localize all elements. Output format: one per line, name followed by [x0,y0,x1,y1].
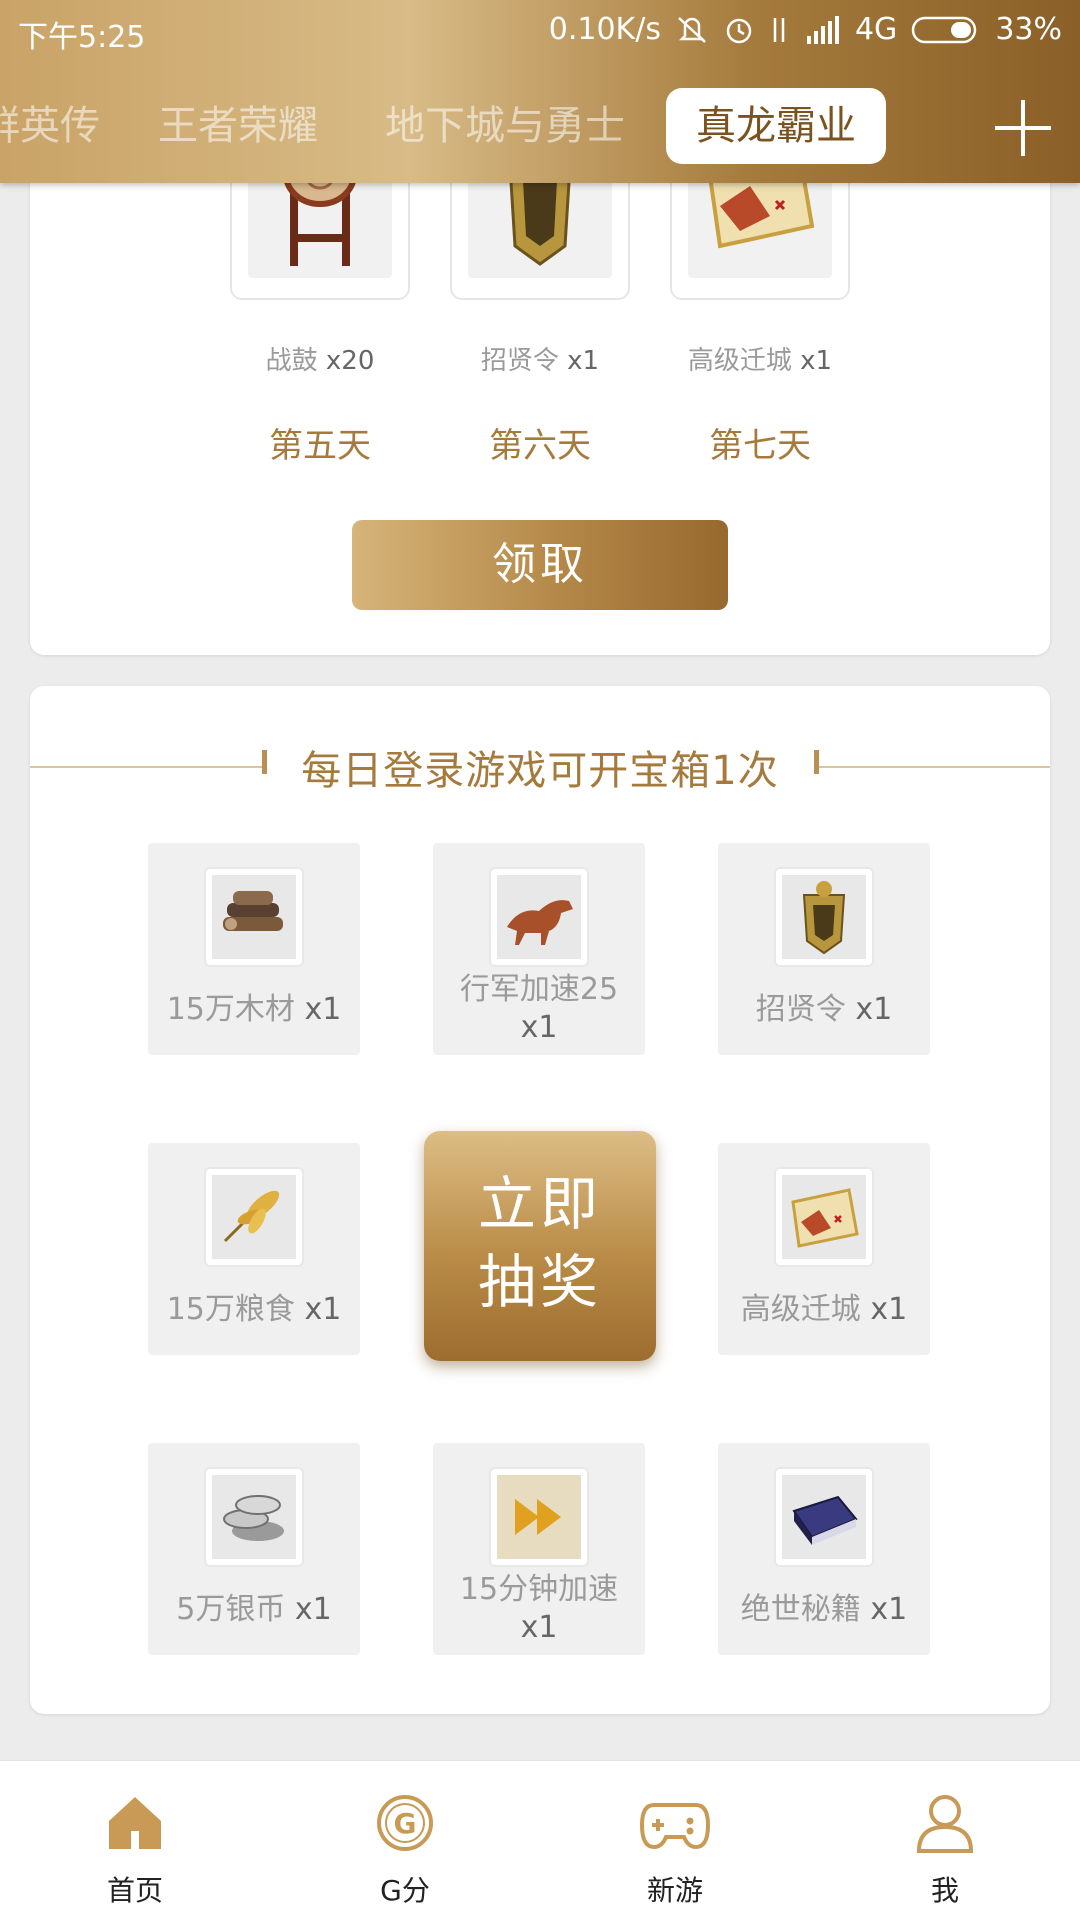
reward-label-day5: 战鼓 x20 [265,346,375,376]
alarm-icon [723,14,755,46]
prize-speedup-15min: 15分钟加速 x1 [433,1443,645,1655]
nav-home-label: 首页 [106,1874,163,1907]
prize-label: 高级迁城 x1 [740,1292,908,1327]
prize-grain: 15万粮食 x1 [148,1143,360,1355]
fast-forward-icon [515,1499,561,1535]
reward-label-day7: 高级迁城 x1 [687,346,833,376]
status-bar: 下午5:25 0.10K/s 4G 33% [0,0,1080,62]
prize-march-speedup: 行军加速25 x1 [433,843,645,1055]
grain-icon [223,1190,280,1243]
relocation-scroll-icon [791,1188,859,1248]
mute-icon [675,14,709,46]
bottom-navigation: 首页 G G分 新游 我 [0,1760,1080,1920]
battery-percent: 33% [995,12,1062,47]
plus-icon [995,100,1051,156]
recruit-token-icon [802,881,846,955]
claim-button[interactable]: 领取 [352,520,728,610]
nav-me-label: 我 [930,1874,959,1907]
secret-book-icon [792,1495,858,1545]
tab-wangzherongyao[interactable]: 王者荣耀 [158,88,318,164]
nav-home[interactable]: 首页 [0,1761,270,1920]
prize-label: 15万木材 x1 [166,992,342,1027]
nav-g-points[interactable]: G G分 [270,1761,540,1920]
prize-silver: 5万银币 x1 [148,1443,360,1655]
g-points-icon: G [377,1795,433,1851]
network-type: 4G [854,12,898,47]
day-label-6: 第六天 [489,426,591,466]
network-speed: 0.10K/s [548,12,661,47]
svg-text:G: G [394,1807,417,1840]
prize-relocation: 高级迁城 x1 [718,1143,930,1355]
nav-new-games-label: 新游 [646,1874,703,1907]
nav-new-games[interactable]: 新游 [540,1761,810,1920]
prize-label: 绝世秘籍 x1 [740,1592,908,1627]
top-header: 下午5:25 0.10K/s 4G 33% 群英传 王者荣耀 地下城与勇士 [0,0,1080,183]
prize-label: 行军加速25 x1 [459,972,619,1045]
nav-g-points-label: G分 [380,1874,430,1907]
home-icon [109,1797,161,1849]
status-time: 下午5:25 [18,20,146,55]
prize-label: 15分钟加速 x1 [459,1572,619,1645]
draw-lottery-button[interactable]: 立即 抽奖 [424,1131,656,1361]
signal-icon [805,15,841,44]
data-transfer-icon [769,14,791,46]
lottery-card: 每日登录游戏可开宝箱1次 15万木材 x1 行军加速25 x1 招贤令 x1 1… [30,686,1050,1714]
tab-dnf[interactable]: 地下城与勇士 [385,88,625,164]
nav-me[interactable]: 我 [810,1761,1080,1920]
prize-label: 招贤令 x1 [755,992,893,1027]
reward-label-day6: 招贤令 x1 [480,346,600,376]
day-label-5: 第五天 [269,426,371,466]
gamepad-icon [640,1803,710,1850]
prize-wood: 15万木材 x1 [148,843,360,1055]
prize-recruit-token: 招贤令 x1 [718,843,930,1055]
tab-zhenlongbaye[interactable]: 真龙霸业 [666,88,886,164]
prize-label: 5万银币 x1 [176,1592,332,1627]
title-tick-right [814,750,819,774]
battery-icon [911,15,981,45]
horse-icon [507,900,573,945]
tab-qunyingzhuan[interactable]: 群英传 [0,88,100,164]
add-tab-button[interactable] [991,96,1055,160]
lottery-title-row: 每日登录游戏可开宝箱1次 [30,738,1050,798]
user-icon [916,1795,974,1853]
status-indicators: 0.10K/s 4G 33% [549,12,1062,47]
day-label-7: 第七天 [709,426,811,466]
title-divider-right [819,766,1050,768]
silver-coins-icon [223,1495,284,1541]
wood-icon [223,891,283,931]
prize-secret-book: 绝世秘籍 x1 [718,1443,930,1655]
login-reward-card: 战鼓 x20 招贤令 x1 高级迁城 x1 第五天 第六天 第七天 领取 [30,110,1050,655]
prize-label: 15万粮食 x1 [166,1292,342,1327]
game-tabs: 群英传 王者荣耀 地下城与勇士 真龙霸业 [0,88,1080,168]
